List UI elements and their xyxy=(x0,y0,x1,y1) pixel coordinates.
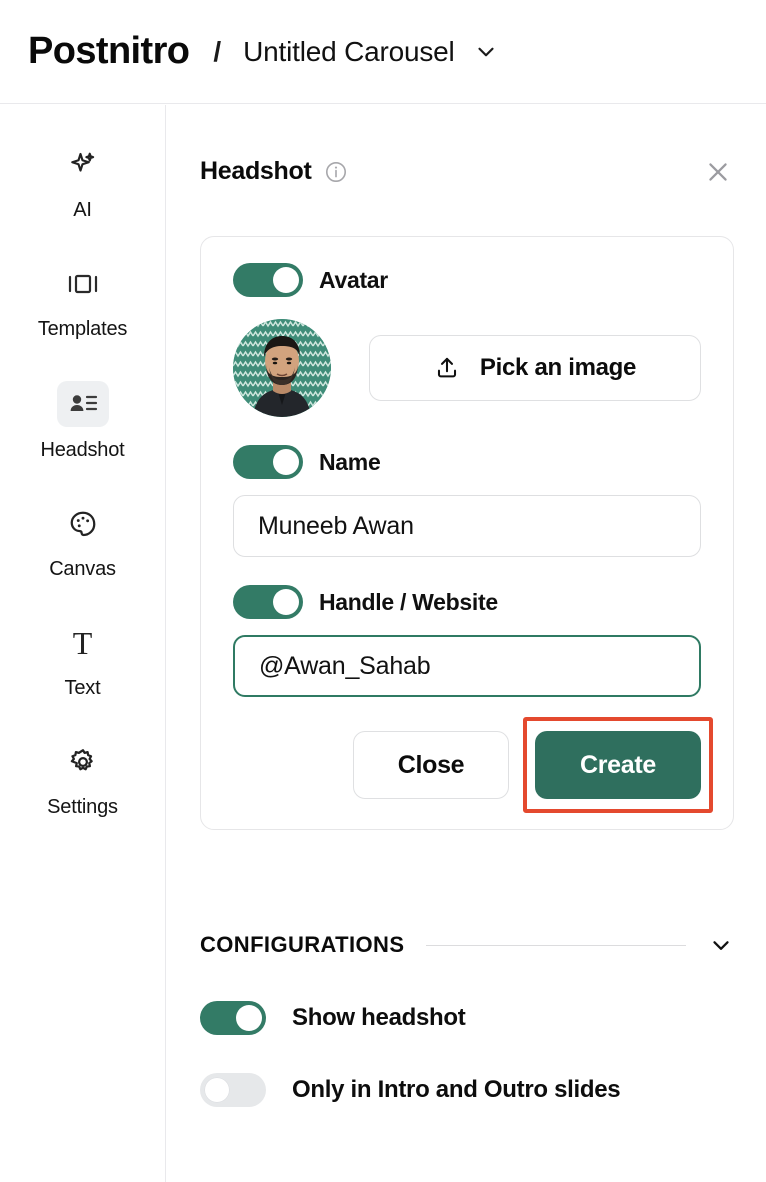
sidebar-item-label: Canvas xyxy=(49,558,116,580)
text-t-icon: T xyxy=(72,625,93,661)
chevron-down-icon[interactable] xyxy=(473,39,499,65)
handle-toggle-label: Handle / Website xyxy=(319,588,498,615)
left-sidebar: AI Templates Headshot Canvas T Text Sett… xyxy=(0,105,166,1182)
avatar-toggle[interactable] xyxy=(233,263,303,297)
handle-toggle-row: Handle / Website xyxy=(233,585,701,619)
gear-icon xyxy=(57,740,109,784)
page-title: Headshot xyxy=(200,157,312,185)
sidebar-item-ai[interactable]: AI xyxy=(0,143,166,222)
config-row-only-intro-outro: Only in Intro and Outro slides xyxy=(200,1073,734,1107)
close-icon[interactable] xyxy=(704,158,732,186)
pick-image-button[interactable]: Pick an image xyxy=(369,335,701,401)
sidebar-item-settings[interactable]: Settings xyxy=(0,740,166,819)
name-toggle[interactable] xyxy=(233,445,303,479)
brand-logo[interactable]: Postnitro xyxy=(28,30,190,73)
config-row-show-headshot: Show headshot xyxy=(200,1001,734,1035)
sidebar-item-label: Headshot xyxy=(40,439,125,461)
configurations-header[interactable]: CONFIGURATIONS xyxy=(200,932,734,958)
upload-icon xyxy=(434,355,460,381)
document-title[interactable]: Untitled Carousel xyxy=(243,36,455,68)
name-toggle-row: Name xyxy=(233,445,701,479)
card-action-row: Close Create xyxy=(233,717,713,813)
only-intro-outro-toggle[interactable] xyxy=(200,1073,266,1107)
create-button[interactable]: Create xyxy=(535,731,701,799)
sidebar-item-label: Templates xyxy=(37,318,128,340)
create-button-wrapper: Create xyxy=(523,717,713,813)
info-circle-icon[interactable] xyxy=(324,160,348,184)
sidebar-item-label: Settings xyxy=(47,796,118,818)
show-headshot-label: Show headshot xyxy=(292,1004,466,1031)
panel-header: Headshot xyxy=(166,105,766,186)
sidebar-item-headshot[interactable]: Headshot xyxy=(0,381,166,462)
handle-field-block: Handle / Website @Awan_Sahab xyxy=(233,585,701,697)
contact-card-icon xyxy=(56,381,109,427)
sparkle-icon xyxy=(57,143,109,187)
avatar-row: Pick an image xyxy=(233,319,701,417)
close-button[interactable]: Close xyxy=(353,731,509,799)
chevron-down-icon[interactable] xyxy=(708,932,734,958)
show-headshot-toggle[interactable] xyxy=(200,1001,266,1035)
avatar-toggle-label: Avatar xyxy=(319,266,388,293)
top-bar: Postnitro / Untitled Carousel xyxy=(0,0,766,104)
sidebar-item-canvas[interactable]: Canvas xyxy=(0,502,166,581)
carousel-icon xyxy=(57,262,109,306)
name-field-block: Name Muneeb Awan xyxy=(233,445,701,557)
name-input[interactable]: Muneeb Awan xyxy=(233,495,701,557)
pick-image-label: Pick an image xyxy=(479,354,637,381)
avatar[interactable] xyxy=(233,319,331,417)
palette-icon xyxy=(57,502,109,546)
sidebar-item-label: Text xyxy=(64,677,101,699)
configurations-title: CONFIGURATIONS xyxy=(200,932,405,957)
only-intro-outro-label: Only in Intro and Outro slides xyxy=(292,1076,621,1103)
handle-input[interactable]: @Awan_Sahab xyxy=(233,635,701,697)
sidebar-item-label: AI xyxy=(73,199,92,221)
avatar-toggle-row: Avatar xyxy=(233,263,701,297)
breadcrumb-separator: / xyxy=(213,35,222,67)
headshot-panel: Headshot Avatar Pick an image Name Munee… xyxy=(166,105,766,1182)
headshot-form-card: Avatar Pick an image Name Muneeb Awan Ha… xyxy=(200,236,734,830)
divider xyxy=(426,944,686,946)
app-root: Postnitro / Untitled Carousel AI Templat… xyxy=(0,0,766,1182)
name-toggle-label: Name xyxy=(319,448,381,475)
sidebar-item-text[interactable]: T Text xyxy=(0,621,166,700)
sidebar-item-templates[interactable]: Templates xyxy=(0,262,166,341)
handle-toggle[interactable] xyxy=(233,585,303,619)
